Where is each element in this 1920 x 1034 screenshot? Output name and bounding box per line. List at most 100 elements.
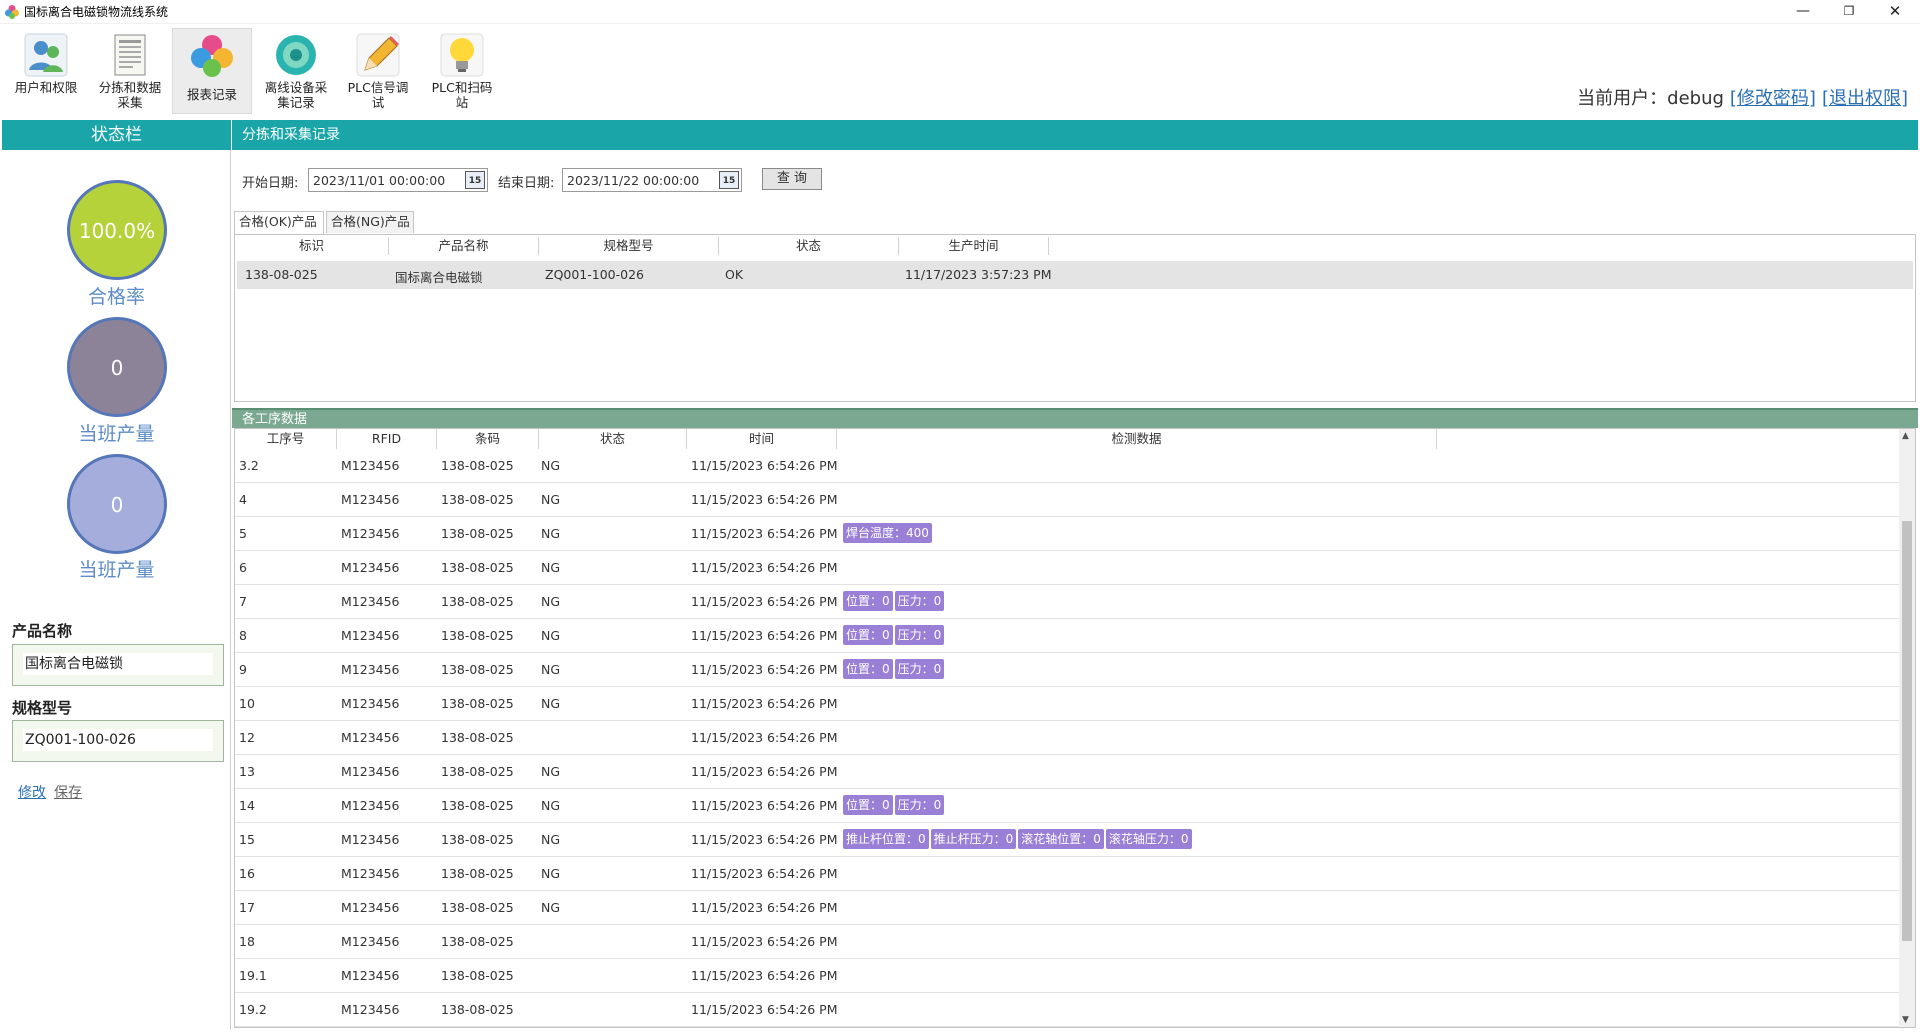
query-button[interactable]: 查 询	[762, 168, 822, 190]
calendar-icon[interactable]: 15	[719, 171, 739, 189]
scroll-down-icon[interactable]: ▼	[1902, 1015, 1909, 1025]
table-row[interactable]: 10 M123456 138-08-025 NG 11/15/2023 6:54:26 …	[235, 687, 1899, 721]
logout-link[interactable]: [退出权限]	[1822, 88, 1908, 109]
scrollbar-thumb[interactable]	[1902, 521, 1912, 941]
cell-rfid: M123456	[341, 696, 400, 711]
column-header[interactable]: 标识	[235, 237, 389, 255]
cell-code: 138-08-025	[441, 662, 514, 677]
toolbar-users-button[interactable]: 用户和权限	[6, 28, 86, 114]
table-row[interactable]: 14 M123456 138-08-025 NG 11/15/2023 6:54:26 …	[235, 789, 1899, 823]
cell-code: 138-08-025	[441, 934, 514, 949]
table-row[interactable]: 4 M123456 138-08-025 NG 11/15/2023 6:54:26 P…	[235, 483, 1899, 517]
toolbar-reports-button[interactable]: 报表记录	[172, 28, 252, 114]
end-date-picker[interactable]: 2023/11/22 00:00:00 15	[562, 168, 742, 192]
toolbar-label: PLC信号调试	[347, 80, 409, 110]
table-row[interactable]: 9 M123456 138-08-025 NG 11/15/2023 6:54:26 P…	[235, 653, 1899, 687]
cell-step: 18	[239, 934, 255, 949]
table-row[interactable]: 138-08-025 国标离合电磁锁 ZQ001-100-026 OK 11/1…	[237, 261, 1913, 289]
detection-tags: 推止杆位置：0 推止杆压力：0 滚花轴位置：0 滚花轴压力：0	[843, 829, 1194, 849]
toolbar-plc-debug-button[interactable]: PLC信号调试	[338, 28, 418, 114]
spec-field[interactable]: ZQ001-100-026	[12, 720, 224, 762]
cell-code: 138-08-025	[441, 628, 514, 643]
cell-status: NG	[541, 832, 561, 847]
column-header[interactable]: 检测数据	[837, 429, 1437, 449]
app-clover-icon	[5, 5, 19, 19]
shift-output-label: 当班产量	[78, 423, 155, 445]
start-date-picker[interactable]: 2023/11/01 00:00:00 15	[308, 168, 488, 192]
cell-code: 138-08-025	[441, 730, 514, 745]
product-name-value[interactable]: 国标离合电磁锁	[23, 653, 213, 675]
cell-rfid: M123456	[341, 832, 400, 847]
table-row[interactable]: 15 M123456 138-08-025 NG 11/15/2023 6:54:26 …	[235, 823, 1899, 857]
table-row[interactable]: 6 M123456 138-08-025 NG 11/15/2023 6:54:26 P…	[235, 551, 1899, 585]
detection-tags: 位置：0 压力：0	[843, 625, 946, 645]
table-row[interactable]: 12 M123456 138-08-025 11/15/2023 6:54:26 PM	[235, 721, 1899, 755]
product-name-label: 产品名称	[12, 622, 73, 640]
cell-step: 7	[239, 594, 247, 609]
detection-tag: 位置：0	[843, 625, 893, 645]
process-data-header: 各工序数据	[232, 408, 1918, 428]
column-header[interactable]: RFID	[337, 429, 437, 449]
vertical-scrollbar[interactable]: ▲ ▼	[1899, 429, 1915, 1027]
calendar-icon[interactable]: 15	[465, 171, 485, 189]
column-header[interactable]: 状态	[719, 237, 899, 255]
cell-rfid: M123456	[341, 866, 400, 881]
cell-rfid: M123456	[341, 730, 400, 745]
cell-code: 138-08-025	[441, 560, 514, 575]
maximize-icon[interactable]: ❐	[1826, 0, 1872, 24]
cell-step: 12	[239, 730, 255, 745]
table-row[interactable]: 13 M123456 138-08-025 NG 11/15/2023 6:54:26 …	[235, 755, 1899, 789]
cell-status: NG	[541, 458, 561, 473]
cell-time: 11/15/2023 6:54:26 PM	[691, 900, 838, 915]
toolbar-label: 用户和权限	[14, 80, 78, 95]
column-header[interactable]: 产品名称	[389, 237, 539, 255]
change-password-link[interactable]: [修改密码]	[1730, 88, 1816, 109]
cell-step: 16	[239, 866, 255, 881]
cell-status: NG	[541, 662, 561, 677]
detection-tag: 压力：0	[894, 625, 945, 645]
cell-time: 11/15/2023 6:54:26 PM	[691, 1002, 838, 1017]
pass-rate-label: 合格率	[87, 286, 145, 308]
cell-code: 138-08-025	[441, 900, 514, 915]
column-header[interactable]: 状态	[539, 429, 687, 449]
current-user-area: 当前用户：debug [修改密码] [退出权限]	[1577, 84, 1908, 110]
table-row[interactable]: 8 M123456 138-08-025 NG 11/15/2023 6:54:26 P…	[235, 619, 1899, 653]
column-header[interactable]: 时间	[687, 429, 837, 449]
detection-tag: 压力：0	[894, 795, 945, 815]
table-row[interactable]: 17 M123456 138-08-025 NG 11/15/2023 6:54:26 …	[235, 891, 1899, 925]
cell-time: 11/15/2023 6:54:26 PM	[691, 594, 838, 609]
window-title: 国标离合电磁锁物流线系统	[24, 5, 169, 19]
table-row[interactable]: 3.2 M123456 138-08-025 NG 11/15/2023 6:54:26…	[235, 449, 1899, 483]
cell-id: 138-08-025	[245, 267, 318, 282]
table-row[interactable]: 7 M123456 138-08-025 NG 11/15/2023 6:54:26 P…	[235, 585, 1899, 619]
spec-value[interactable]: ZQ001-100-026	[23, 729, 213, 751]
column-header[interactable]: 工序号	[235, 429, 337, 449]
current-user-text: 当前用户：debug	[1577, 88, 1724, 109]
detection-tag: 位置：0	[843, 659, 893, 679]
minimize-icon[interactable]: —	[1780, 0, 1826, 24]
column-header[interactable]: 生产时间	[899, 237, 1049, 255]
toolbar-plc-scan-button[interactable]: PLC和扫码站	[422, 28, 502, 114]
close-icon[interactable]: ✕	[1872, 0, 1918, 24]
column-header[interactable]: 规格型号	[539, 237, 719, 255]
cell-code: 138-08-025	[441, 594, 514, 609]
cell-time: 11/15/2023 6:54:26 PM	[691, 866, 838, 881]
start-date-value[interactable]: 2023/11/01 00:00:00	[313, 173, 445, 188]
toolbar-offline-button[interactable]: 离线设备采集记录	[256, 28, 336, 114]
cell-code: 138-08-025	[441, 832, 514, 847]
tab-ng-products[interactable]: 合格(NG)产品	[326, 211, 414, 233]
scroll-up-icon[interactable]: ▲	[1902, 431, 1909, 441]
end-date-value[interactable]: 2023/11/22 00:00:00	[567, 173, 699, 188]
table-row[interactable]: 19.1 M123456 138-08-025 11/15/2023 6:54:26 …	[235, 959, 1899, 993]
cell-step: 9	[239, 662, 247, 677]
table-row[interactable]: 5 M123456 138-08-025 NG 11/15/2023 6:54:26 P…	[235, 517, 1899, 551]
table-row[interactable]: 16 M123456 138-08-025 NG 11/15/2023 6:54:26 …	[235, 857, 1899, 891]
column-header[interactable]: 条码	[437, 429, 539, 449]
toolbar-sorting-button[interactable]: 分拣和数据采集	[90, 28, 170, 114]
save-link[interactable]: 保存	[54, 785, 82, 801]
tab-ok-products[interactable]: 合格(OK)产品	[234, 211, 324, 234]
table-row[interactable]: 18 M123456 138-08-025 11/15/2023 6:54:26 PM	[235, 925, 1899, 959]
table-row[interactable]: 19.2 M123456 138-08-025 11/15/2023 6:54:26 …	[235, 993, 1899, 1027]
product-name-field[interactable]: 国标离合电磁锁	[12, 644, 224, 686]
edit-link[interactable]: 修改	[18, 785, 46, 801]
